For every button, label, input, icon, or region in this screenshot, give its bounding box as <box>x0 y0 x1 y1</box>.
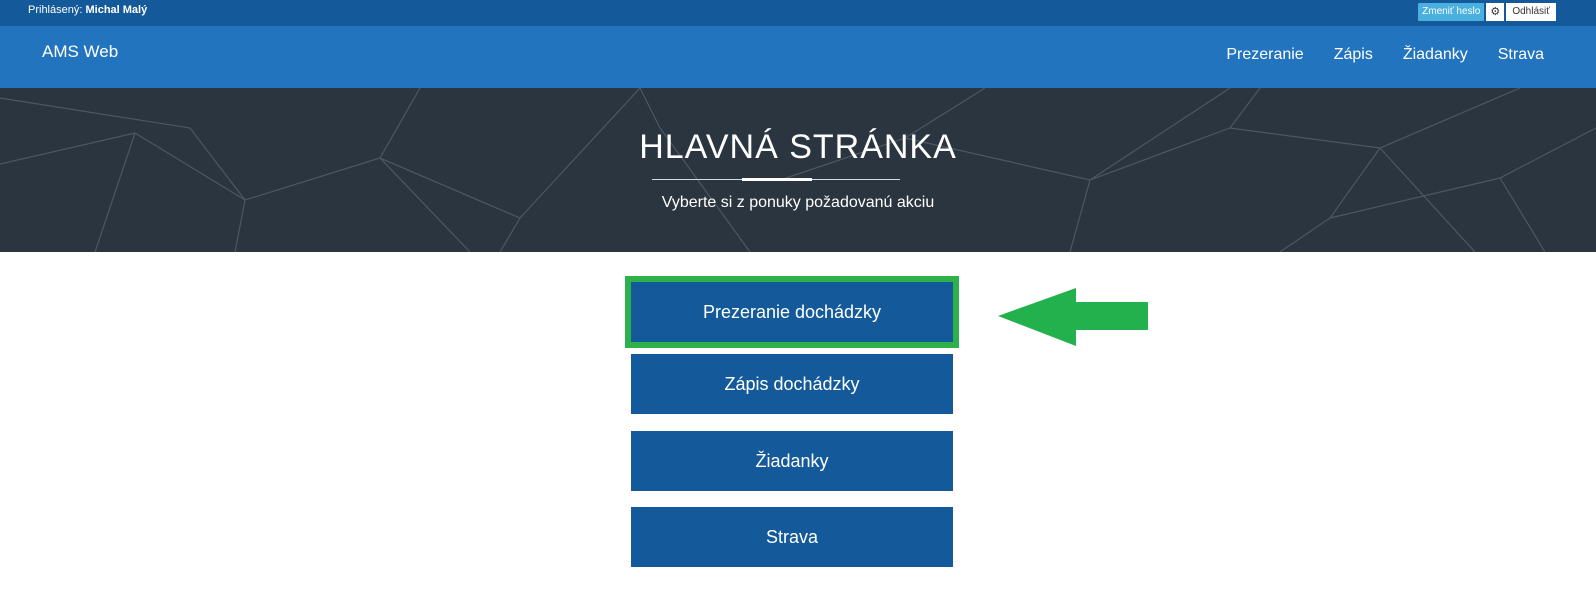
nav-links: Prezeranie Zápis Žiadanky Strava <box>1226 46 1544 64</box>
user-name: Michal Malý <box>85 4 148 16</box>
logout-button[interactable]: Odhlásiť <box>1506 3 1556 21</box>
nav-link-prezeranie[interactable]: Prezeranie <box>1226 46 1303 64</box>
hero-banner: HLAVNÁ STRÁNKA Vyberte si z ponuky požad… <box>0 88 1596 252</box>
arrow-left-icon <box>998 288 1148 346</box>
navbar: AMS Web Prezeranie Zápis Žiadanky Strava <box>0 26 1596 88</box>
hero-background-pattern <box>0 88 1596 252</box>
brand-link[interactable]: AMS Web <box>42 42 118 62</box>
page-title: HLAVNÁ STRÁNKA <box>639 128 957 166</box>
view-attendance-button[interactable]: Prezeranie dochádzky <box>625 276 959 348</box>
page-subtitle: Vyberte si z ponuky požadovanú akciu <box>661 194 935 211</box>
nav-link-strava[interactable]: Strava <box>1498 46 1544 64</box>
login-prefix: Prihlásený: <box>28 4 83 16</box>
record-attendance-button[interactable]: Zápis dochádzky <box>631 354 953 414</box>
change-password-button[interactable]: Zmeniť heslo <box>1418 3 1485 21</box>
gear-icon[interactable]: ⚙ <box>1486 3 1505 21</box>
nav-link-ziadanky[interactable]: Žiadanky <box>1403 46 1468 64</box>
meals-button[interactable]: Strava <box>631 507 953 567</box>
top-actions: Zmeniť heslo ⚙ Odhlásiť <box>1418 3 1556 21</box>
requests-button[interactable]: Žiadanky <box>631 431 953 491</box>
top-bar: Prihlásený: Michal Malý Zmeniť heslo ⚙ O… <box>0 0 1596 26</box>
title-divider-accent <box>742 178 812 181</box>
logged-in-label: Prihlásený: Michal Malý <box>28 4 147 17</box>
nav-link-zapis[interactable]: Zápis <box>1334 46 1373 64</box>
